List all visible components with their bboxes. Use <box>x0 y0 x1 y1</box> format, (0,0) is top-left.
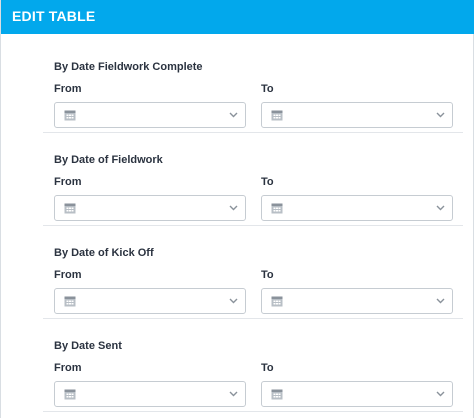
to-label: To <box>261 362 274 374</box>
to-date-picker[interactable] <box>261 288 453 314</box>
to-label: To <box>261 269 274 281</box>
calendar-icon <box>64 296 76 307</box>
date-filter-section-fieldwork-complete: By Date Fieldwork Complete From To <box>43 40 463 133</box>
section-title: By Date Fieldwork Complete <box>54 61 203 73</box>
to-date-picker[interactable] <box>261 381 453 407</box>
calendar-icon <box>271 296 283 307</box>
calendar-icon <box>271 389 283 400</box>
to-date-picker[interactable] <box>261 102 453 128</box>
from-date-picker[interactable] <box>54 288 246 314</box>
chevron-down-icon <box>436 391 445 397</box>
from-label: From <box>54 176 82 188</box>
from-label: From <box>54 269 82 281</box>
from-label: From <box>54 362 82 374</box>
calendar-icon <box>271 203 283 214</box>
calendar-icon <box>64 203 76 214</box>
chevron-down-icon <box>229 391 238 397</box>
from-date-picker[interactable] <box>54 102 246 128</box>
to-label: To <box>261 176 274 188</box>
from-date-picker[interactable] <box>54 195 246 221</box>
date-filter-section-kick-off: By Date of Kick Off From To <box>43 226 463 319</box>
modal-title: EDIT TABLE <box>12 8 96 24</box>
chevron-down-icon <box>229 112 238 118</box>
chevron-down-icon <box>436 112 445 118</box>
chevron-down-icon <box>436 298 445 304</box>
calendar-icon <box>64 389 76 400</box>
section-title: By Date Sent <box>54 340 122 352</box>
section-title: By Date of Kick Off <box>54 247 154 259</box>
date-filter-section-fieldwork: By Date of Fieldwork From To <box>43 133 463 226</box>
chevron-down-icon <box>229 205 238 211</box>
calendar-icon <box>271 110 283 121</box>
chevron-down-icon <box>229 298 238 304</box>
from-date-picker[interactable] <box>54 381 246 407</box>
chevron-down-icon <box>436 205 445 211</box>
modal-header: EDIT TABLE <box>1 0 474 34</box>
calendar-icon <box>64 110 76 121</box>
to-label: To <box>261 83 274 95</box>
date-filter-section-sent: By Date Sent From To <box>43 319 463 412</box>
from-label: From <box>54 83 82 95</box>
to-date-picker[interactable] <box>261 195 453 221</box>
section-title: By Date of Fieldwork <box>54 154 163 166</box>
